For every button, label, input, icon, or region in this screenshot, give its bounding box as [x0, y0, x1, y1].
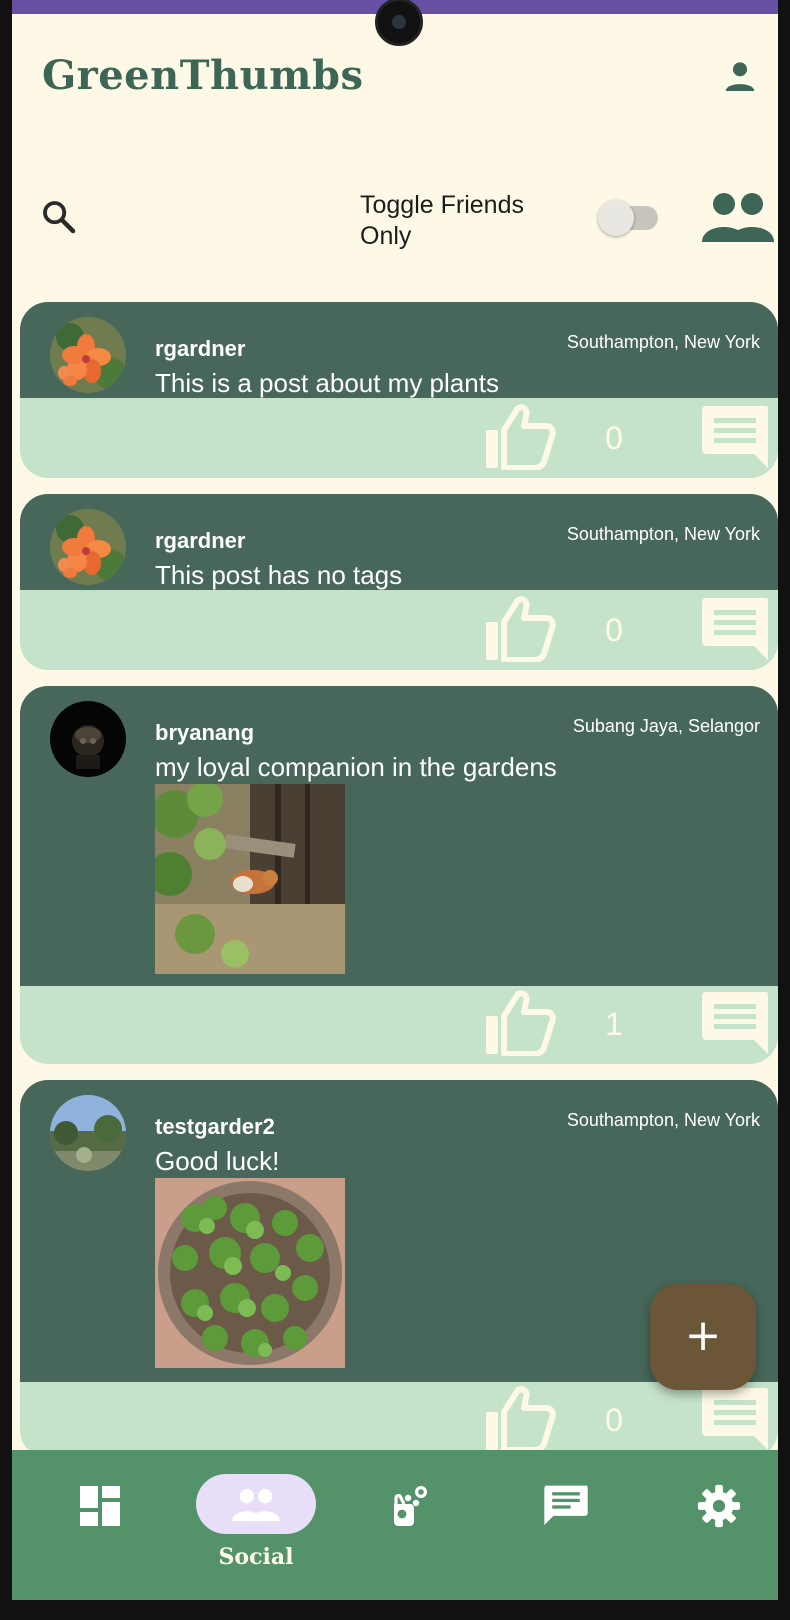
new-post-button[interactable]: + [650, 1284, 756, 1390]
nav-social[interactable]: Social [195, 1450, 316, 1600]
avatar[interactable] [50, 701, 126, 777]
like-count: 0 [605, 1402, 623, 1438]
comment-icon[interactable] [700, 596, 770, 662]
post-location: Subang Jaya, Selangor [572, 716, 760, 736]
app-title: GreenThumbs [42, 52, 364, 99]
camera-cutout [375, 0, 423, 46]
post-image[interactable] [155, 1178, 345, 1368]
group-icon [232, 1488, 280, 1522]
toggle-thumb [598, 200, 634, 236]
comment-icon[interactable] [700, 404, 770, 470]
screen-bezel [0, 1600, 790, 1620]
nav-dashboard[interactable] [40, 1450, 160, 1600]
nav-settings[interactable] [660, 1450, 778, 1600]
comment-icon[interactable] [700, 990, 770, 1056]
post-image[interactable] [155, 784, 345, 974]
friends-only-label: Toggle Friends Only [360, 191, 524, 250]
post-location: Southampton, New York [566, 1110, 760, 1130]
profile-icon[interactable] [720, 56, 760, 96]
search-icon[interactable] [38, 196, 80, 238]
like-count: 0 [605, 612, 623, 648]
post-card: rgardner Southampton, New York This post… [20, 494, 778, 670]
avatar[interactable] [50, 317, 126, 393]
like-count: 1 [605, 1006, 623, 1042]
thumbs-up-icon[interactable] [484, 404, 556, 471]
thumbs-up-icon[interactable] [484, 1386, 556, 1453]
app-screen: GreenThumbs Toggle Friends Only rgardner… [12, 0, 778, 1600]
friends-icon[interactable] [700, 188, 776, 244]
nav-plants[interactable] [350, 1450, 470, 1600]
comment-icon[interactable] [700, 1386, 770, 1452]
bottom-navigation: Social [12, 1450, 778, 1600]
post-location: Southampton, New York [566, 332, 760, 352]
post-card: bryanang Subang Jaya, Selangor my loyal … [20, 686, 778, 1064]
post-text: Good luck! [155, 1146, 280, 1176]
post-username[interactable]: testgarder2 [155, 1114, 275, 1140]
avatar[interactable] [50, 509, 126, 585]
thumbs-up-icon[interactable] [484, 596, 556, 663]
post-username[interactable]: rgardner [155, 336, 245, 362]
post-username[interactable]: rgardner [155, 528, 245, 554]
post-username[interactable]: bryanang [155, 720, 254, 746]
post-text: my loyal companion in the gardens [155, 752, 557, 782]
post-text: This is a post about my plants [155, 368, 499, 398]
dashboard-icon [80, 1486, 120, 1526]
nav-messages[interactable] [505, 1450, 625, 1600]
avatar[interactable] [50, 1095, 126, 1171]
friends-only-toggle[interactable] [598, 200, 658, 236]
chat-icon [544, 1485, 588, 1526]
nav-social-label: Social [218, 1544, 294, 1570]
plus-icon: + [684, 1310, 722, 1361]
post-card: testgarder2 Southampton, New York Good l… [20, 1080, 778, 1458]
post-text: This post has no tags [155, 560, 403, 590]
plants-icon [394, 1485, 428, 1526]
post-location: Southampton, New York [566, 524, 760, 544]
gear-icon [697, 1484, 741, 1528]
post-card: rgardner Southampton, New York This is a… [20, 302, 778, 478]
thumbs-up-icon[interactable] [484, 990, 556, 1057]
like-count: 0 [605, 420, 623, 456]
